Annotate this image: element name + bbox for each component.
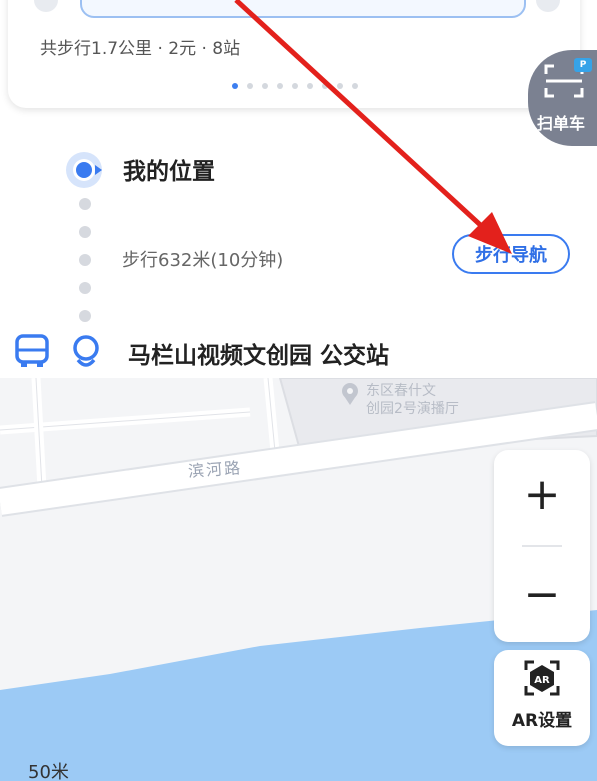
route-connector-dot bbox=[79, 226, 91, 238]
page-indicator-dot bbox=[337, 83, 343, 89]
road-label: 滨河路 bbox=[187, 458, 243, 481]
scan-bike-button[interactable]: P 扫单车 bbox=[528, 50, 597, 146]
ar-settings-label: AR设置 bbox=[511, 711, 573, 731]
page-indicator-dot bbox=[322, 83, 328, 89]
next-route-button[interactable] bbox=[536, 0, 560, 12]
scan-bike-label: 扫单车 bbox=[537, 114, 586, 133]
walk-info: 步行632米(10分钟) bbox=[122, 250, 284, 271]
page-indicator-dot bbox=[247, 83, 253, 89]
svg-text:AR: AR bbox=[534, 675, 550, 686]
zoom-in-button[interactable]: + bbox=[494, 450, 590, 540]
route-connector-dot bbox=[79, 282, 91, 294]
ar-settings-button[interactable]: AR AR设置 bbox=[494, 650, 590, 746]
start-location-label: 我的位置 bbox=[123, 159, 215, 185]
map-scale-label: 50米 bbox=[28, 762, 69, 781]
page-indicator-dot bbox=[277, 83, 283, 89]
zoom-out-button[interactable]: − bbox=[494, 550, 590, 640]
route-connector-dot bbox=[79, 310, 91, 322]
route-summary: 共步行1.7公里 · 2元 · 8站 bbox=[40, 39, 241, 59]
route-card[interactable]: 共步行1.7公里 · 2元 · 8站 bbox=[8, 0, 580, 108]
poi-label[interactable]: 东区春什文 创园2号演播厅 bbox=[366, 382, 459, 418]
my-location-icon bbox=[66, 152, 102, 188]
walk-navigation-button[interactable]: 步行导航 bbox=[452, 234, 570, 274]
route-page-indicator bbox=[232, 83, 358, 89]
route-connector-dot bbox=[79, 254, 91, 266]
page-indicator-dot bbox=[232, 83, 238, 89]
bus-icon bbox=[15, 334, 49, 367]
page-indicator-dot bbox=[292, 83, 298, 89]
ar-icon: AR bbox=[524, 660, 560, 696]
prev-route-button[interactable] bbox=[34, 0, 58, 12]
poi-label-line: 东区春什文 bbox=[366, 383, 436, 399]
bus-stop-label: 马栏山视频文创园 公交站 bbox=[128, 343, 390, 369]
scan-badge: P bbox=[574, 58, 592, 72]
page-indicator-dot bbox=[352, 83, 358, 89]
location-pin-icon bbox=[73, 335, 99, 367]
zoom-divider bbox=[522, 545, 562, 547]
page-indicator-dot bbox=[307, 83, 313, 89]
zoom-controls: + − bbox=[494, 450, 590, 642]
poi-label-line: 创园2号演播厅 bbox=[366, 401, 459, 417]
page-indicator-dot bbox=[262, 83, 268, 89]
route-connector-dot bbox=[79, 198, 91, 210]
map-view[interactable]: 东区春什文 创园2号演播厅 滨河路 + − AR AR设置 50米 bbox=[0, 378, 597, 781]
route-option-pill[interactable] bbox=[80, 0, 526, 18]
poi-pin-icon bbox=[342, 383, 358, 405]
